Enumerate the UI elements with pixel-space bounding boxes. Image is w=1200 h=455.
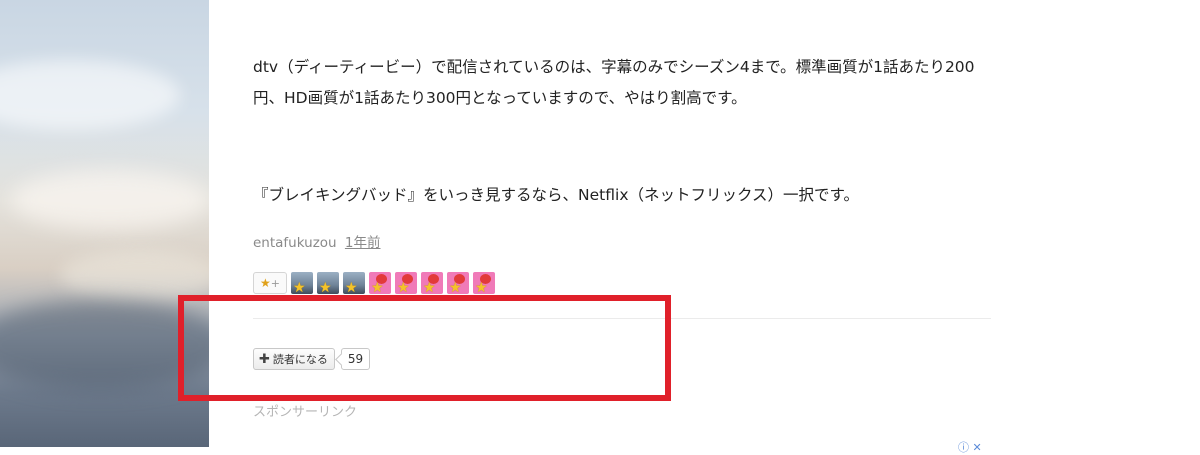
- sponsor-label: スポンサーリンク: [253, 405, 358, 420]
- add-star-button[interactable]: ★ +: [253, 272, 287, 294]
- star-icon: ★: [293, 280, 306, 294]
- entry-footer-meta: entafukuzou 1年前: [253, 231, 381, 251]
- star-user-avatar[interactable]: ★: [421, 272, 443, 294]
- star-user-avatar[interactable]: ★: [473, 272, 495, 294]
- star-user-avatar[interactable]: ★: [447, 272, 469, 294]
- star-user-avatar[interactable]: ★: [343, 272, 365, 294]
- star-user-avatar[interactable]: ★: [369, 272, 391, 294]
- article-paragraph: 『ブレイキングバッド』をいっき見するなら、Netflix（ネットフリックス）一択…: [253, 186, 859, 204]
- star-icon: ★: [449, 280, 462, 294]
- entry-time-link[interactable]: 1年前: [345, 235, 381, 251]
- star-user-avatar[interactable]: ★: [317, 272, 339, 294]
- star-icon: ★: [319, 280, 332, 294]
- star-icon: ★: [345, 280, 358, 294]
- ad-choices-icon[interactable]: ⓘ ✕: [958, 439, 982, 455]
- star-icon: ★: [371, 280, 384, 294]
- plus-icon: +: [270, 276, 280, 290]
- highlight-annotation-box: [178, 295, 671, 401]
- cloud: [0, 60, 180, 130]
- star-icon: ★: [397, 280, 410, 294]
- star-user-avatar[interactable]: ★: [291, 272, 313, 294]
- cloud: [60, 250, 209, 300]
- star-icon: ★: [475, 280, 488, 294]
- author-name[interactable]: entafukuzou: [253, 235, 337, 251]
- article-paragraph: dtv（ディーティービー）で配信されているのは、字幕のみでシーズン4まで。標準画…: [253, 58, 975, 107]
- cloud: [10, 170, 209, 230]
- star-user-avatar[interactable]: ★: [395, 272, 417, 294]
- star-icon: ★: [423, 280, 436, 294]
- hatena-star-area: ★ + ★ ★ ★ ★ ★ ★ ★ ★: [253, 272, 495, 294]
- star-icon: ★: [260, 276, 271, 290]
